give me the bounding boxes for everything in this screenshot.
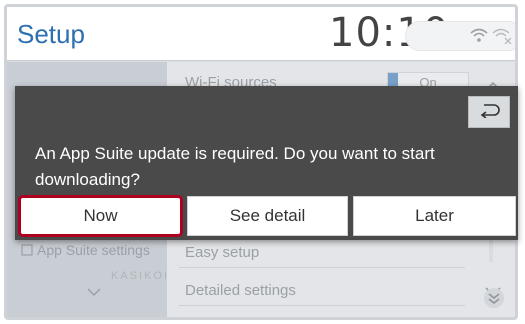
page-title: Setup [17, 19, 85, 49]
wifi-icon [470, 28, 488, 49]
list-item-easy-setup: Easy setup [179, 238, 465, 268]
update-dialog: An App Suite update is required. Do you … [15, 86, 518, 240]
app-suite-icon [21, 243, 33, 259]
app-suite-settings-item: App Suite settings [21, 242, 150, 259]
back-arrow-icon [478, 102, 500, 123]
chevron-down-icon [87, 284, 101, 302]
dialog-button-row: Now See detail Later [18, 195, 516, 237]
header-bar: Setup 10:10 [7, 7, 515, 61]
list-item-detailed-settings: Detailed settings [179, 276, 465, 306]
see-detail-button[interactable]: See detail [187, 196, 348, 236]
kasikoi-logo: KASIKOI [111, 270, 170, 282]
dialog-message: An App Suite update is required. Do you … [35, 144, 435, 189]
wifi-x-icon [492, 28, 512, 49]
list-item-label: Easy setup [185, 244, 260, 261]
later-button[interactable]: Later [353, 196, 516, 236]
back-button[interactable] [468, 96, 510, 128]
list-item-label: Detailed settings [185, 282, 296, 299]
status-pill [405, 21, 515, 51]
double-chevron-down-icon [483, 287, 505, 314]
app-suite-settings-label: App Suite settings [37, 242, 150, 258]
now-button[interactable]: Now [18, 195, 183, 237]
